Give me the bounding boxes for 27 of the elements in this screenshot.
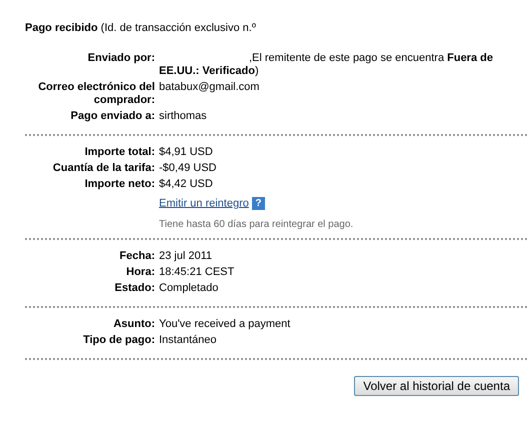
field-label: Fecha: (118, 250, 155, 263)
field-label: Asunto: (112, 318, 155, 331)
help-icon[interactable]: ? (252, 197, 265, 210)
field-value: batabux@gmail.com (159, 81, 260, 95)
field-value: 23 jul 2011 (159, 250, 214, 263)
refund-link[interactable]: Emitir un reintegro (159, 197, 249, 210)
refund-note: Tiene hasta 60 días para reintegrar el pago. (159, 219, 354, 230)
field-value: Instantáneo (159, 334, 218, 347)
page-heading: Pago recibido (Id. de transacción exclusivo n.º (25, 22, 257, 34)
field-value: $4,91 USD (159, 146, 214, 159)
field-value: $4,42 USD (159, 178, 214, 191)
field-label: Cuantía de la tarifa: (52, 162, 155, 175)
field-label: Correo electrónico del comprador: (37, 81, 155, 107)
back-to-history-button[interactable]: Volver al historial de cuenta (354, 376, 519, 396)
field-label: Pago enviado a: (70, 110, 155, 123)
field-value: -$0,49 USD (159, 162, 218, 175)
field-value: sirthomas (159, 110, 208, 123)
field-value: ,El remitente de este pago se encuentra Fuera de EE.UU.: Verificado) (159, 52, 494, 78)
field-value: Completado (159, 282, 220, 295)
field-label: Importe neto: (84, 178, 155, 191)
field-label: Estado: (114, 282, 155, 295)
field-label: Importe total: (84, 146, 155, 159)
field-value: You've received a payment (159, 318, 292, 331)
field-value: 18:45:21 CEST (159, 266, 236, 279)
field-label: Hora: (125, 266, 155, 279)
field-label: Enviado por: (86, 52, 155, 66)
field-label: Tipo de pago: (82, 334, 155, 347)
